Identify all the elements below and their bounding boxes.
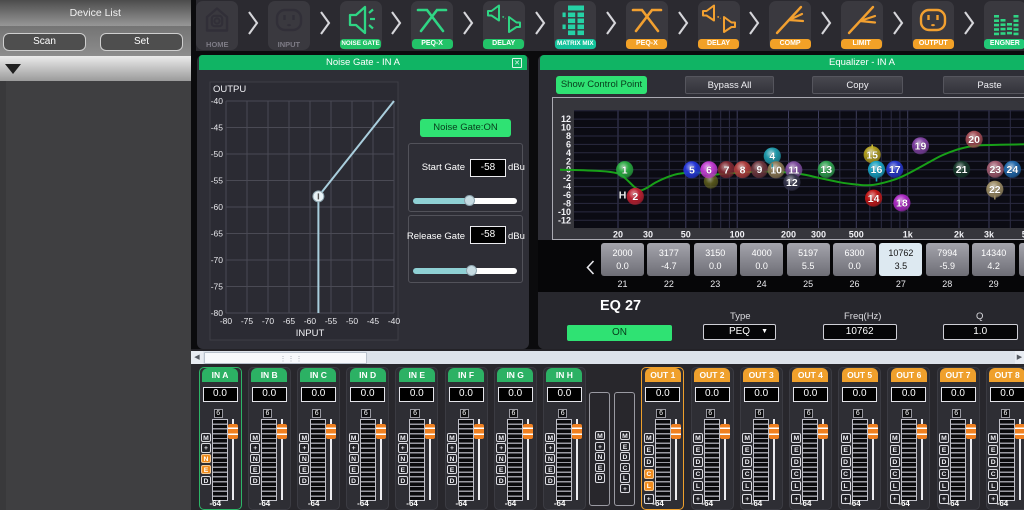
svg-text:2: 2 [632, 191, 638, 203]
svg-text:18: 18 [896, 198, 908, 210]
svg-text:-40: -40 [211, 96, 224, 106]
svg-text:300: 300 [811, 230, 826, 240]
svg-text:-60: -60 [211, 202, 224, 212]
svg-text:OUTPU: OUTPU [213, 84, 246, 95]
svg-text:24: 24 [1007, 164, 1019, 176]
svg-text:2k: 2k [954, 230, 965, 240]
svg-text:H: H [619, 190, 627, 202]
svg-text:-65: -65 [283, 316, 296, 326]
svg-text:21: 21 [956, 164, 968, 176]
svg-text:-70: -70 [262, 316, 275, 326]
svg-text:3k: 3k [984, 230, 995, 240]
svg-text:-80: -80 [211, 308, 224, 318]
svg-text:12: 12 [786, 177, 798, 189]
svg-text:7: 7 [724, 164, 730, 176]
svg-text:23: 23 [989, 164, 1001, 176]
svg-text:15: 15 [866, 149, 878, 161]
svg-text:30: 30 [643, 230, 653, 240]
svg-text:6: 6 [706, 164, 712, 176]
svg-text:1: 1 [622, 164, 628, 176]
svg-text:-50: -50 [346, 316, 359, 326]
svg-text:-55: -55 [211, 176, 224, 186]
svg-text:16: 16 [871, 164, 883, 176]
svg-text:22: 22 [989, 184, 1001, 196]
svg-text:14: 14 [868, 193, 880, 205]
svg-text:-45: -45 [211, 123, 224, 133]
svg-text:-65: -65 [211, 229, 224, 239]
svg-text:-40: -40 [388, 316, 401, 326]
svg-text:-55: -55 [325, 316, 338, 326]
svg-text:9: 9 [756, 164, 762, 176]
svg-text:100: 100 [730, 230, 745, 240]
svg-text:-70: -70 [211, 255, 224, 265]
svg-text:19: 19 [915, 140, 927, 152]
svg-text:-60: -60 [304, 316, 317, 326]
svg-text:17: 17 [889, 164, 901, 176]
svg-text:-75: -75 [211, 282, 224, 292]
svg-text:5: 5 [689, 164, 695, 176]
svg-text:200: 200 [781, 230, 796, 240]
svg-text:20: 20 [613, 230, 623, 240]
svg-text:8: 8 [740, 164, 746, 176]
svg-text:-50: -50 [211, 149, 224, 159]
svg-text:50: 50 [681, 230, 691, 240]
svg-text:4: 4 [769, 151, 775, 163]
svg-text:INPUT: INPUT [296, 328, 325, 339]
svg-text:-45: -45 [367, 316, 380, 326]
svg-text:-12: -12 [558, 215, 571, 225]
svg-text:1k: 1k [903, 230, 914, 240]
svg-text:-75: -75 [241, 316, 254, 326]
svg-text:20: 20 [968, 134, 980, 146]
svg-text:13: 13 [820, 164, 832, 176]
svg-text:500: 500 [849, 230, 864, 240]
